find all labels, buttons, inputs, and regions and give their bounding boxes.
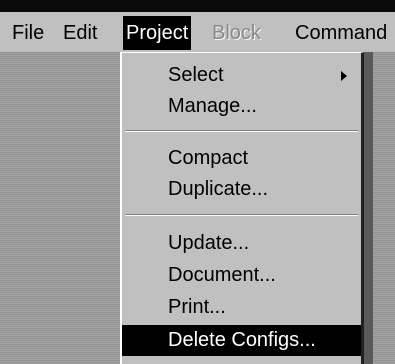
menu-item-select[interactable]: Select — [122, 60, 361, 91]
menu-bar: File Edit Project Block Command — [0, 12, 395, 53]
menu-separator — [125, 214, 358, 216]
menu-item-select-label: Select — [168, 64, 224, 86]
menu-separator — [125, 130, 358, 132]
menu-item-manage[interactable]: Manage... — [122, 91, 361, 122]
submenu-arrow-icon — [341, 71, 347, 81]
menu-file[interactable]: File — [9, 16, 47, 50]
menu-edit[interactable]: Edit — [60, 16, 100, 50]
menu-drop-shadow — [364, 52, 373, 364]
menu-project[interactable]: Project — [123, 16, 192, 50]
title-bar-strip — [0, 0, 395, 12]
menu-item-update[interactable]: Update... — [122, 228, 361, 259]
project-dropdown-menu: Select Manage... Compact Duplicate... Up… — [120, 52, 364, 364]
menu-item-delete-configs[interactable]: Delete Configs... — [122, 325, 361, 356]
menu-item-compact[interactable]: Compact — [122, 143, 361, 174]
menu-item-print[interactable]: Print... — [122, 292, 361, 323]
menu-item-duplicate[interactable]: Duplicate... — [122, 174, 361, 205]
menu-command[interactable]: Command — [292, 16, 390, 50]
menu-item-document[interactable]: Document... — [122, 260, 361, 291]
menu-block: Block — [212, 22, 261, 44]
